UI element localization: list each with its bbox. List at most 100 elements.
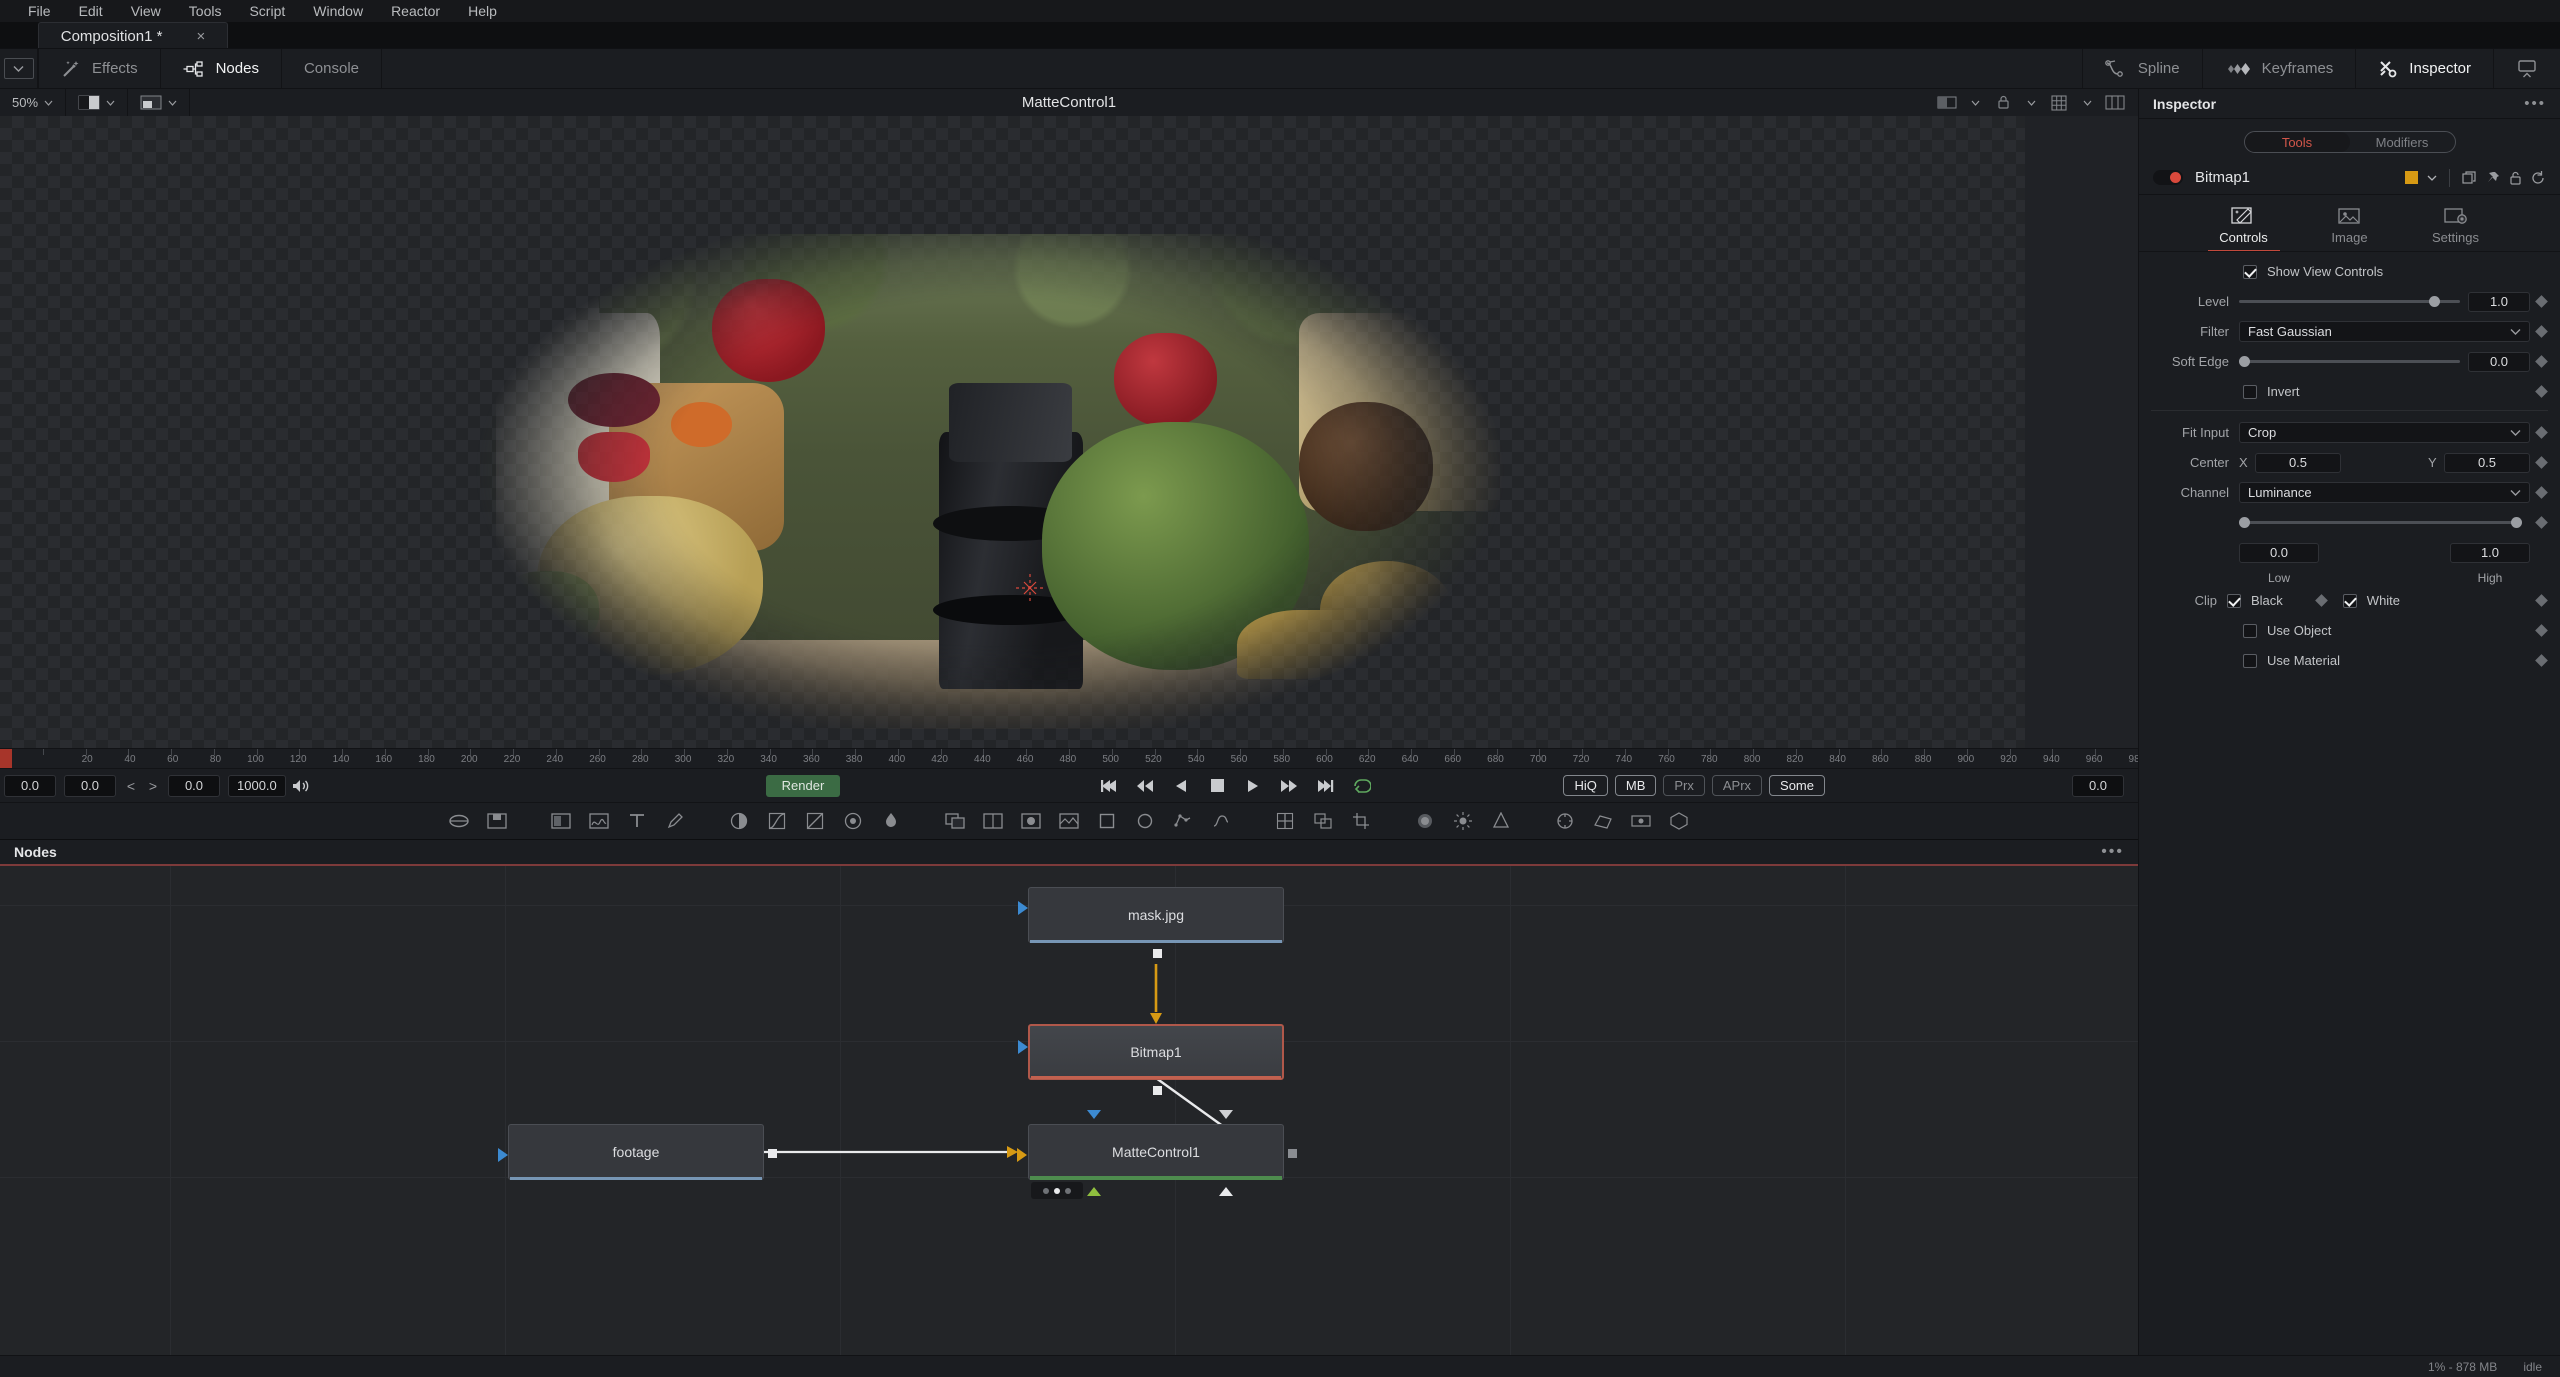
crop-icon[interactable] (1348, 808, 1374, 834)
node-color-swatch[interactable] (2405, 171, 2418, 184)
node-bitmap1-input-port[interactable] (1018, 1040, 1028, 1054)
viewer-canvas[interactable] (0, 116, 2138, 748)
node-mattecontrol1-solid-matte-port[interactable] (1219, 1187, 1233, 1196)
viewer-ab-split-icon[interactable] (2102, 92, 2128, 114)
node-mask-jpg-input-port[interactable] (1018, 901, 1028, 915)
use-material-keyframe-button[interactable] (2530, 654, 2552, 667)
tab-tools[interactable]: Tools (2244, 132, 2350, 152)
center-x-field[interactable]: 0.5 (2255, 452, 2341, 473)
layout-preset-button[interactable] (2493, 49, 2560, 88)
tab-image[interactable]: Image (2314, 206, 2386, 252)
color-curves-icon[interactable] (764, 808, 790, 834)
slider-knob[interactable] (2429, 296, 2441, 307)
clip-black-keyframe-button[interactable] (2311, 594, 2333, 607)
merge-icon[interactable] (942, 808, 968, 834)
audio-icon[interactable] (290, 775, 312, 797)
tab-modifiers[interactable]: Modifiers (2350, 132, 2455, 152)
fit-input-keyframe-button[interactable] (2530, 426, 2552, 439)
pin-icon[interactable] (2486, 171, 2500, 185)
sharpen-icon[interactable] (1488, 808, 1514, 834)
menu-item-window[interactable]: Window (299, 0, 377, 22)
polygon-mask-icon[interactable] (1170, 808, 1196, 834)
level-value-field[interactable]: 1.0 (2468, 291, 2530, 312)
loader-icon[interactable] (446, 808, 472, 834)
planar-tracker-icon[interactable] (1590, 808, 1616, 834)
filter-dropdown[interactable]: Fast Gaussian (2239, 321, 2530, 342)
prev-keyframe-button[interactable]: < (120, 778, 142, 794)
transform-icon[interactable] (1272, 808, 1298, 834)
node-footage[interactable]: footage (498, 1124, 777, 1180)
close-icon[interactable]: × (196, 29, 205, 44)
level-keyframe-button[interactable] (2530, 295, 2552, 308)
resize-icon[interactable] (1310, 808, 1336, 834)
color-picker-icon[interactable] (878, 808, 904, 834)
stabilize-icon[interactable] (1628, 808, 1654, 834)
viewer-grid-icon[interactable] (2046, 92, 2072, 114)
filter-keyframe-button[interactable] (2530, 325, 2552, 338)
fit-input-dropdown[interactable]: Crop (2239, 422, 2530, 443)
tab-settings[interactable]: Settings (2420, 206, 2492, 252)
center-y-field[interactable]: 0.5 (2444, 452, 2530, 473)
tracker-icon[interactable] (1552, 808, 1578, 834)
quality-some-button[interactable]: Some (1769, 775, 1825, 796)
soft-edge-keyframe-button[interactable] (2530, 355, 2552, 368)
time-field[interactable]: 0.0 (168, 774, 220, 797)
chevron-down-icon[interactable] (2018, 92, 2044, 114)
hue-curves-icon[interactable] (840, 808, 866, 834)
rectangle-mask-icon[interactable] (1094, 808, 1120, 834)
toolbar-effects-button[interactable]: Effects (38, 49, 161, 88)
saver-icon[interactable] (484, 808, 510, 834)
channel-keyframe-button[interactable] (2530, 486, 2552, 499)
node-bitmap1[interactable]: Bitmap1 (1018, 1024, 1284, 1095)
lock-icon[interactable] (2509, 171, 2522, 185)
reset-icon[interactable] (2531, 170, 2546, 185)
node-mask-jpg[interactable]: mask.jpg (1018, 887, 1284, 958)
clip-white-checkbox[interactable] (2342, 593, 2357, 608)
center-keyframe-button[interactable] (2530, 456, 2552, 469)
node-mattecontrol1-background-input[interactable] (1017, 1148, 1027, 1162)
fast-noise-icon[interactable] (586, 808, 612, 834)
loop-icon[interactable] (1350, 775, 1372, 797)
play-button[interactable] (1242, 775, 1264, 797)
menu-item-help[interactable]: Help (454, 0, 511, 22)
soft-edge-value-field[interactable]: 0.0 (2468, 351, 2530, 372)
toolbar-spline-button[interactable]: Spline (2081, 49, 2202, 88)
tab-controls[interactable]: Controls (2207, 206, 2280, 252)
clip-black-checkbox[interactable] (2227, 593, 2241, 608)
chevron-down-icon[interactable] (2074, 92, 2100, 114)
nodes-panel-menu-button[interactable]: ••• (2101, 843, 2124, 861)
use-material-checkbox[interactable] (2243, 653, 2257, 668)
bspline-mask-icon[interactable] (1208, 808, 1234, 834)
stop-button[interactable] (1206, 775, 1228, 797)
node-enable-toggle[interactable] (2153, 170, 2183, 185)
invert-checkbox[interactable] (2243, 384, 2257, 399)
toolbar-inspector-button[interactable]: Inspector (2355, 49, 2493, 88)
node-footage-input-port[interactable] (498, 1148, 508, 1162)
node-mattecontrol1-status-dots[interactable] (1031, 1182, 1083, 1199)
range-high-field[interactable]: 1.0 (2450, 542, 2530, 563)
viewer-lut-icon[interactable] (1934, 92, 1960, 114)
chevron-down-icon[interactable] (1962, 92, 1988, 114)
invert-keyframe-button[interactable] (2530, 385, 2552, 398)
node-mask-jpg-output-port[interactable] (1153, 949, 1162, 958)
text-icon[interactable] (624, 808, 650, 834)
toolbar-console-button[interactable]: Console (282, 49, 382, 88)
menu-item-script[interactable]: Script (235, 0, 299, 22)
node-mattecontrol1-effect-mask-port[interactable] (1087, 1187, 1101, 1196)
menu-item-reactor[interactable]: Reactor (377, 0, 454, 22)
node-mattecontrol1-foreground-input[interactable] (1087, 1110, 1101, 1119)
viewer-lock-icon[interactable] (1990, 92, 2016, 114)
view-control-crosshair[interactable] (1010, 568, 1050, 608)
slider-knob[interactable] (2239, 356, 2250, 367)
time-ruler[interactable]: 20 40 60 80 100 120 140 160 180 200 220 240 260 280 30… (0, 748, 2138, 768)
range-low-field[interactable]: 0.0 (2239, 542, 2319, 563)
viewer-split-control[interactable] (66, 89, 129, 116)
use-object-checkbox[interactable] (2243, 623, 2257, 638)
go-to-end-button[interactable] (1314, 775, 1336, 797)
use-object-keyframe-button[interactable] (2530, 624, 2552, 637)
panel-chooser-button[interactable] (0, 49, 38, 88)
matte-control-icon[interactable] (1018, 808, 1044, 834)
range-high-knob[interactable] (2511, 517, 2522, 528)
quality-hiq-button[interactable]: HiQ (1563, 775, 1608, 796)
range-slider[interactable] (2239, 513, 2522, 533)
